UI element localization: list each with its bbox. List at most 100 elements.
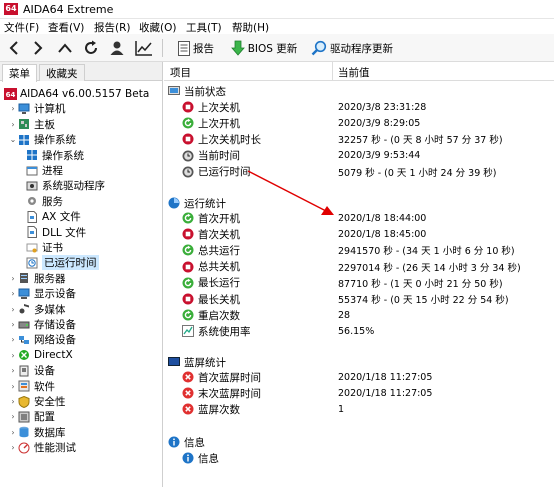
- toolbar: 报告 BIOS 更新 驱动程序更新: [0, 34, 554, 62]
- tree-item-label: 配置: [34, 411, 55, 424]
- gear-icon: [26, 195, 39, 207]
- tree-item-label: AX 文件: [42, 211, 81, 224]
- bios-update-label: BIOS 更新: [247, 42, 298, 55]
- tab-favorites[interactable]: 收藏夹: [39, 64, 85, 81]
- collapse-chevron-icon[interactable]: ›: [8, 320, 18, 329]
- collapse-chevron-icon[interactable]: ›: [8, 274, 18, 283]
- collapse-chevron-icon[interactable]: ›: [8, 351, 18, 360]
- software-icon: [18, 380, 31, 392]
- tree-item[interactable]: › 配置: [8, 409, 55, 424]
- navigation-pane: 菜单 收藏夹 64 AIDA64 v6.00.5157 Beta › 计算机 › 主板 ⌄ 操…: [0, 62, 163, 487]
- collapse-chevron-icon[interactable]: ›: [8, 382, 18, 391]
- menu-help[interactable]: 帮助(H): [232, 20, 269, 35]
- refresh-button[interactable]: [80, 37, 102, 59]
- tree-item[interactable]: › 数据库: [8, 425, 65, 440]
- tree-item[interactable]: 64 AIDA64 v6.00.5157 Beta: [4, 86, 149, 101]
- tree-item-label: 主板: [34, 118, 55, 131]
- up-button[interactable]: [54, 37, 76, 59]
- toolbar-separator: [162, 39, 163, 57]
- tree-item[interactable]: › DirectX: [8, 348, 72, 363]
- menu-report[interactable]: 报告(R): [94, 20, 131, 35]
- tree-item[interactable]: 服务: [26, 194, 63, 209]
- certificate-icon: [26, 242, 39, 254]
- tree-item[interactable]: ⌄ 操作系统: [8, 132, 76, 147]
- expand-chevron-icon[interactable]: ⌄: [8, 135, 18, 144]
- driver-icon: [26, 180, 39, 192]
- tree-item[interactable]: 证书: [26, 240, 63, 255]
- process-icon: [26, 165, 39, 177]
- tree-item-label: 计算机: [34, 103, 66, 116]
- tree-item[interactable]: 进程: [26, 163, 63, 178]
- windows-icon: [18, 134, 31, 146]
- collapse-chevron-icon[interactable]: ›: [8, 412, 18, 421]
- chart-button[interactable]: [132, 37, 156, 59]
- tree-item[interactable]: › 主板: [8, 117, 55, 132]
- tree-item[interactable]: › 安全性: [8, 394, 66, 409]
- tree-item-label: 操作系统: [34, 134, 76, 147]
- back-button[interactable]: [4, 37, 24, 59]
- collapse-chevron-icon[interactable]: ›: [8, 397, 18, 406]
- tree-item[interactable]: › 设备: [8, 363, 55, 378]
- benchmark-icon: [18, 442, 31, 454]
- file-icon: [26, 210, 39, 223]
- aida64-logo-icon: 64: [4, 3, 18, 15]
- windows-icon: [26, 149, 39, 161]
- storage-icon: [18, 319, 31, 331]
- collapse-chevron-icon[interactable]: ›: [8, 305, 18, 314]
- tree-item[interactable]: › 计算机: [8, 101, 66, 116]
- collapse-chevron-icon[interactable]: ›: [8, 120, 18, 129]
- collapse-chevron-icon[interactable]: ›: [8, 289, 18, 298]
- file-icon: [26, 226, 39, 239]
- tree-item[interactable]: 已运行时间: [26, 255, 99, 271]
- motherboard-icon: [18, 118, 31, 130]
- driver-update-button[interactable]: 驱动程序更新: [306, 37, 398, 59]
- tree-item-label: 服务: [42, 195, 63, 208]
- tree-item[interactable]: DLL 文件: [26, 225, 86, 240]
- tree-item[interactable]: › 服务器: [8, 271, 65, 286]
- tree-item-label: 系统驱动程序: [42, 180, 105, 193]
- tree-item[interactable]: › 显示设备: [8, 286, 76, 301]
- user-button[interactable]: [106, 37, 128, 59]
- menu-bar: 文件(F) 查看(V) 报告(R) 收藏(O) 工具(T) 帮助(H): [0, 19, 554, 34]
- refresh-icon: [85, 40, 97, 54]
- tree-item[interactable]: › 网络设备: [8, 332, 76, 347]
- tree-item-label: DLL 文件: [42, 226, 87, 239]
- menu-file[interactable]: 文件(F): [4, 20, 39, 35]
- tree-item-label: 已运行时间: [42, 255, 99, 271]
- bios-update-button[interactable]: BIOS 更新: [228, 37, 300, 59]
- tree-item[interactable]: › 多媒体: [8, 302, 65, 317]
- nav-tabs: 菜单 收藏夹: [0, 62, 162, 82]
- tree-item-label: 性能测试: [34, 442, 76, 455]
- download-arrow-icon: [230, 40, 245, 56]
- tree-item-label: 显示设备: [34, 288, 76, 301]
- tree-item[interactable]: 系统驱动程序: [26, 178, 105, 193]
- tree-item[interactable]: › 性能测试: [8, 440, 76, 455]
- tree-item-label: 存储设备: [34, 319, 76, 331]
- chevron-left-icon: [9, 41, 18, 55]
- tree-item-label: 证书: [42, 242, 63, 254]
- tree-item[interactable]: AX 文件: [26, 209, 81, 224]
- tree-item[interactable]: › 存储设备: [8, 317, 76, 332]
- report-icon: [178, 40, 190, 56]
- tab-menu[interactable]: 菜单: [2, 64, 37, 82]
- magnifier-icon: [311, 40, 327, 56]
- collapse-chevron-icon[interactable]: ›: [8, 335, 18, 344]
- menu-tools[interactable]: 工具(T): [186, 20, 222, 35]
- line-chart-icon: [135, 41, 152, 56]
- details-pane: 项目 当前值 当前状态 上次关机 2020/3/8 23:31:28 上次开机 2020…: [164, 62, 554, 487]
- database-icon: [18, 426, 31, 438]
- title-bar: 64 AIDA64 Extreme: [0, 0, 554, 19]
- report-button[interactable]: 报告: [170, 37, 222, 59]
- tree-item-label: 设备: [34, 365, 55, 378]
- tree-item[interactable]: › 软件: [8, 379, 55, 394]
- forward-button[interactable]: [28, 37, 48, 59]
- collapse-chevron-icon[interactable]: ›: [8, 428, 18, 437]
- collapse-chevron-icon[interactable]: ›: [8, 443, 18, 452]
- collapse-chevron-icon[interactable]: ›: [8, 366, 18, 375]
- tree-item-label: 安全性: [34, 396, 66, 408]
- user-icon: [110, 41, 124, 55]
- menu-favorites[interactable]: 收藏(O): [139, 20, 176, 35]
- collapse-chevron-icon[interactable]: ›: [8, 104, 18, 113]
- menu-view[interactable]: 查看(V): [48, 20, 84, 35]
- tree-item[interactable]: 操作系统: [26, 148, 84, 163]
